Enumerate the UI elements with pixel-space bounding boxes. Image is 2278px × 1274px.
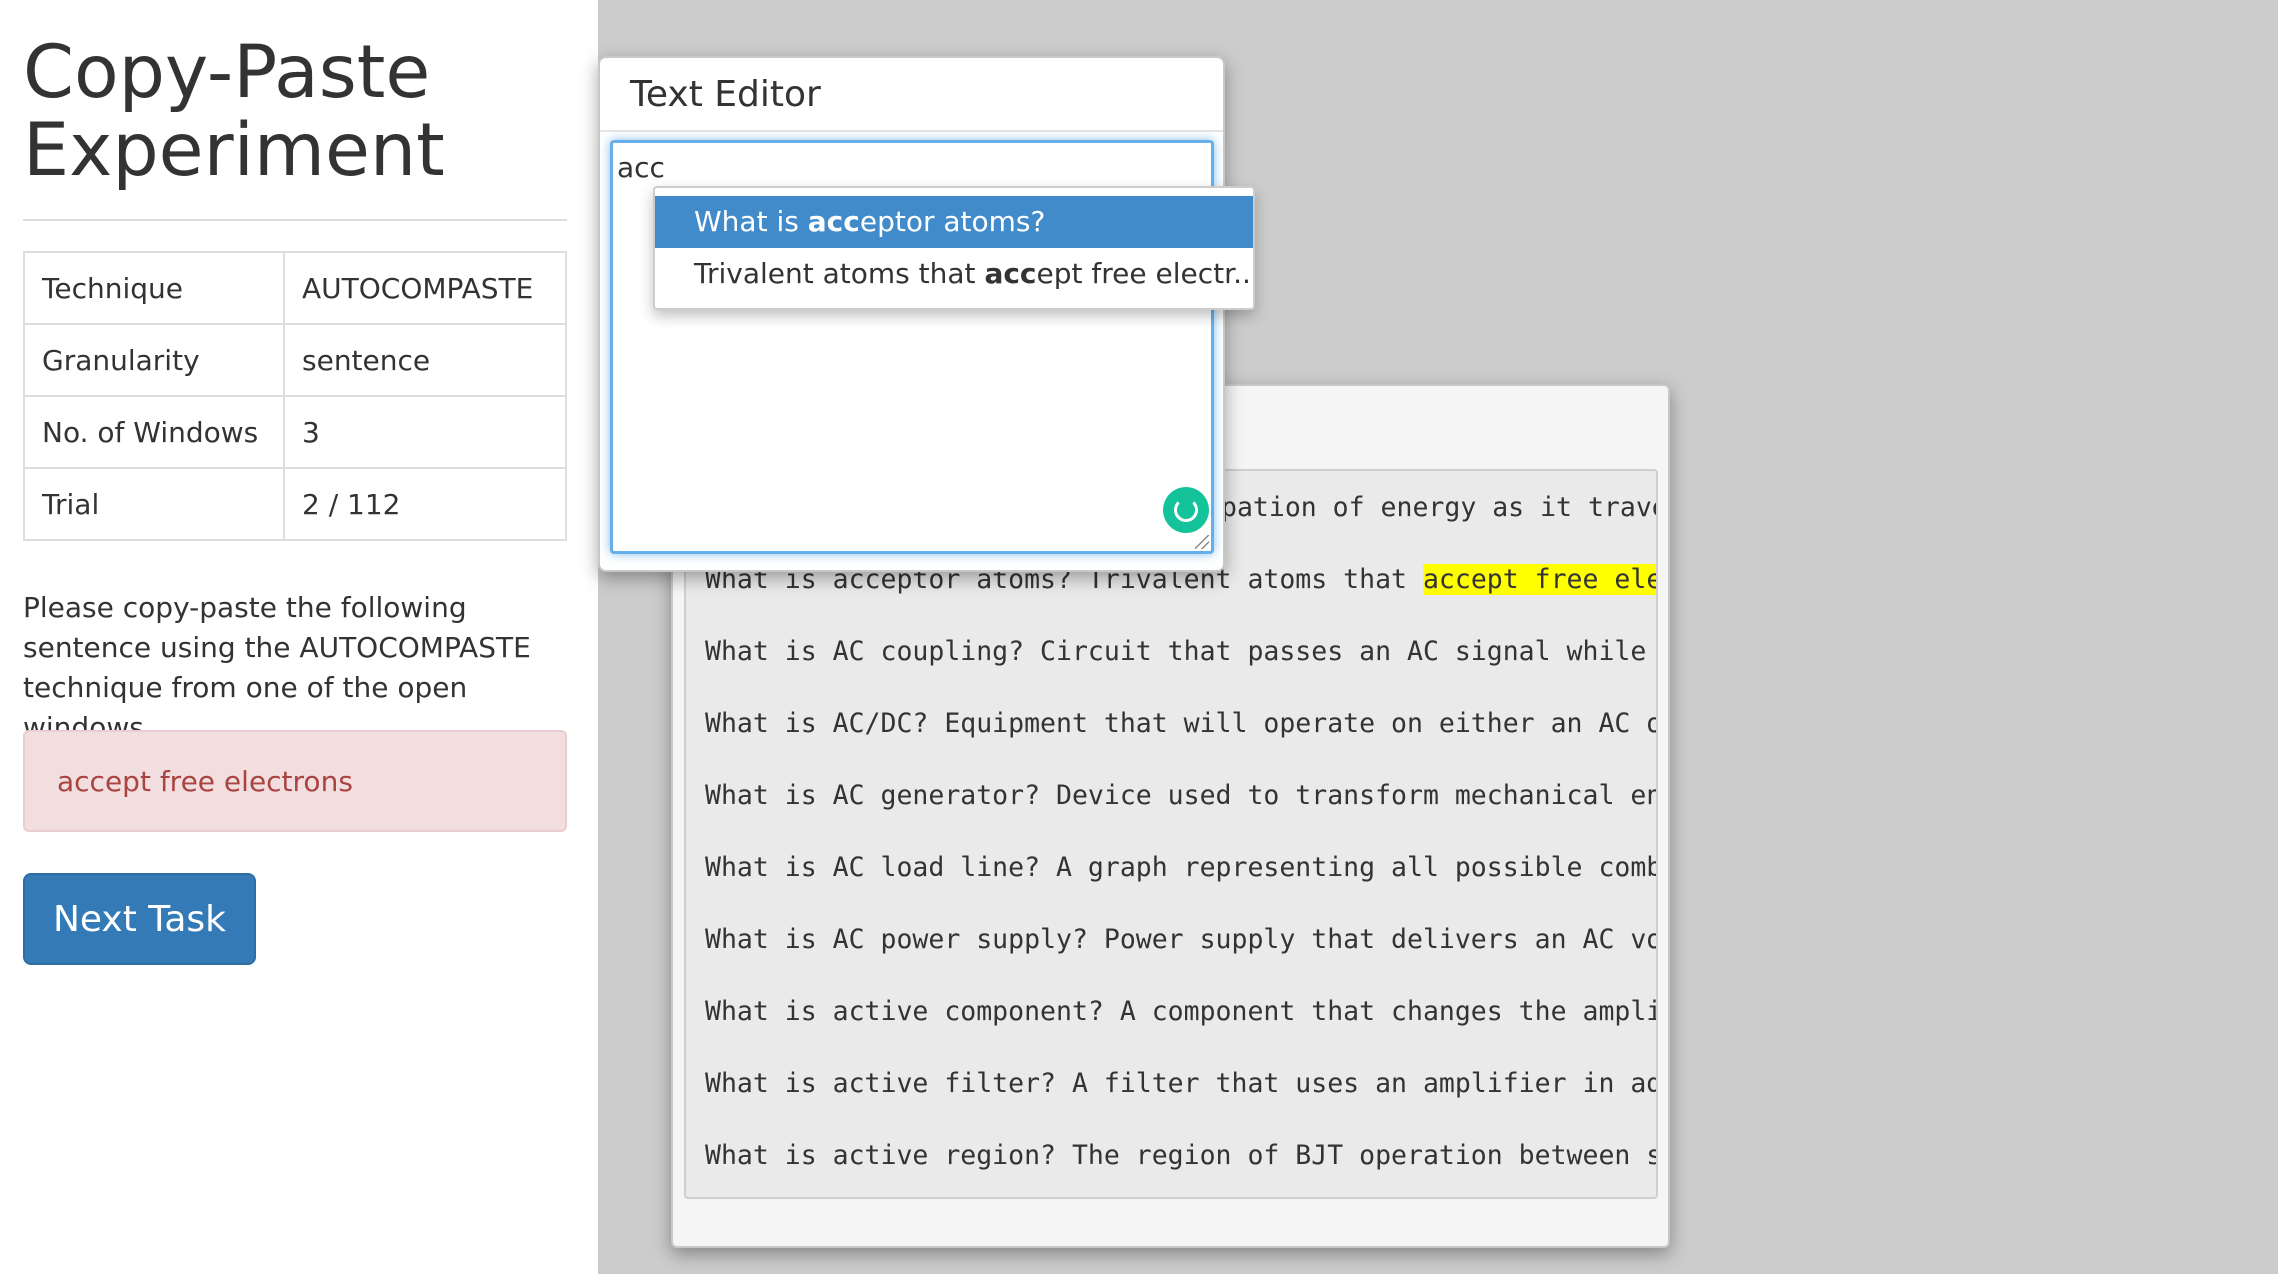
table-value: 3 bbox=[283, 395, 567, 469]
text-editor-window[interactable]: Text Editor acc bbox=[598, 56, 1225, 572]
grammarly-icon[interactable] bbox=[1163, 487, 1209, 533]
suggestion-item[interactable]: Trivalent atoms that accept free electr.… bbox=[655, 248, 1253, 300]
autocomplete-dropdown: What is acceptor atoms? Trivalent atoms … bbox=[653, 186, 1255, 310]
table-key: Technique bbox=[23, 251, 285, 325]
reference-line: pation of energy as it trave bbox=[1221, 492, 1658, 523]
reference-line: What is active component? A component th… bbox=[705, 996, 1658, 1027]
editor-title: Text Editor bbox=[630, 74, 821, 115]
title-divider bbox=[23, 219, 567, 221]
reference-line: What is AC generator? Device used to tra… bbox=[705, 780, 1658, 811]
next-task-button[interactable]: Next Task bbox=[23, 873, 256, 965]
reference-text-area[interactable]: pation of energy as it trave What is acc… bbox=[684, 469, 1658, 1199]
table-key: No. of Windows bbox=[23, 395, 285, 469]
reference-line: What is AC/DC? Equipment that will opera… bbox=[705, 708, 1658, 739]
table-row: Technique AUTOCOMPASTE bbox=[23, 251, 567, 325]
reference-line: What is AC coupling? Circuit that passes… bbox=[705, 636, 1658, 667]
editor-header-divider bbox=[600, 130, 1223, 132]
resize-handle-icon[interactable] bbox=[1195, 535, 1209, 549]
reference-line: What is active filter? A filter that use… bbox=[705, 1068, 1658, 1099]
table-value: sentence bbox=[283, 323, 567, 397]
instruction-text: Please copy-paste the following sentence… bbox=[23, 591, 531, 744]
target-sentence: accept free electrons bbox=[57, 764, 353, 798]
table-row: Trial 2 / 112 bbox=[23, 467, 567, 541]
suggestion-item[interactable]: What is acceptor atoms? bbox=[655, 196, 1253, 248]
info-table: Technique AUTOCOMPASTE Granularity sente… bbox=[23, 251, 567, 541]
suggestion-match: acc bbox=[807, 205, 860, 238]
target-sentence-alert: accept free electrons bbox=[23, 730, 567, 832]
table-value: AUTOCOMPASTE bbox=[283, 251, 567, 325]
reference-line: What is AC load line? A graph representi… bbox=[705, 852, 1658, 883]
page-title: Copy-Paste Experiment bbox=[23, 30, 445, 193]
editor-value: acc bbox=[617, 151, 665, 184]
table-row: Granularity sentence bbox=[23, 323, 567, 397]
table-value: 2 / 112 bbox=[283, 467, 567, 541]
reference-line: What is active region? The region of BJT… bbox=[705, 1140, 1658, 1171]
reference-line: What is AC power supply? Power supply th… bbox=[705, 924, 1658, 955]
left-panel: Copy-Paste Experiment Technique AUTOCOMP… bbox=[0, 0, 598, 1274]
table-key: Granularity bbox=[23, 323, 285, 397]
suggestion-match: acc bbox=[984, 257, 1037, 290]
table-row: No. of Windows 3 bbox=[23, 395, 567, 469]
table-key: Trial bbox=[23, 467, 285, 541]
highlighted-text: accept free elec bbox=[1422, 564, 1656, 595]
